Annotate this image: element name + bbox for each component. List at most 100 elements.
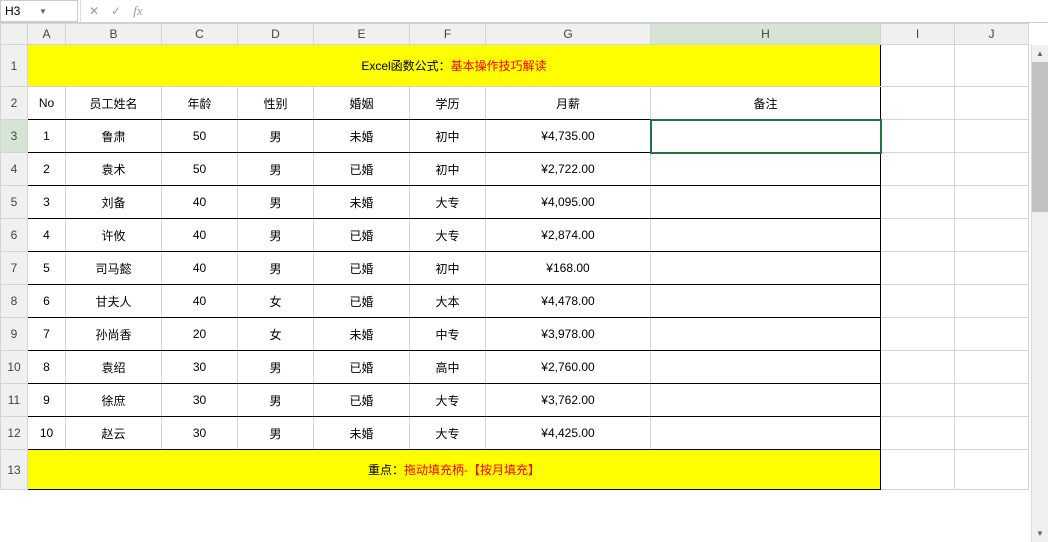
cell[interactable] (955, 417, 1029, 450)
table-header[interactable]: 年龄 (162, 87, 238, 120)
fx-icon[interactable]: fx (127, 0, 149, 22)
data-cell[interactable]: 大专 (410, 186, 486, 219)
data-cell[interactable]: 6 (28, 285, 66, 318)
formula-input[interactable] (149, 0, 1048, 22)
data-cell[interactable]: 4 (28, 219, 66, 252)
data-cell[interactable]: 5 (28, 252, 66, 285)
cell[interactable] (881, 285, 955, 318)
data-cell[interactable]: 9 (28, 384, 66, 417)
scroll-thumb[interactable] (1032, 62, 1048, 212)
data-cell[interactable]: 男 (238, 252, 314, 285)
data-cell[interactable]: 男 (238, 186, 314, 219)
col-header-A[interactable]: A (28, 24, 66, 45)
data-cell[interactable]: 40 (162, 285, 238, 318)
data-cell[interactable]: 30 (162, 384, 238, 417)
table-header[interactable]: 备注 (651, 87, 881, 120)
data-cell[interactable]: 已婚 (314, 351, 410, 384)
data-cell[interactable]: 已婚 (314, 219, 410, 252)
cell[interactable] (881, 252, 955, 285)
cell[interactable] (955, 384, 1029, 417)
data-cell[interactable]: 袁术 (66, 153, 162, 186)
col-header-J[interactable]: J (955, 24, 1029, 45)
data-cell[interactable]: 10 (28, 417, 66, 450)
data-cell[interactable]: 徐庶 (66, 384, 162, 417)
cell[interactable] (881, 219, 955, 252)
cell[interactable] (881, 120, 955, 153)
row-header-7[interactable]: 7 (1, 252, 28, 285)
data-cell[interactable]: 初中 (410, 153, 486, 186)
row-header-2[interactable]: 2 (1, 87, 28, 120)
scroll-track[interactable] (1032, 62, 1048, 525)
data-cell[interactable]: 40 (162, 186, 238, 219)
data-cell[interactable]: ¥4,735.00 (486, 120, 651, 153)
vertical-scrollbar[interactable]: ▲ ▼ (1031, 45, 1048, 542)
data-cell[interactable]: 大本 (410, 285, 486, 318)
data-cell[interactable]: 孙尚香 (66, 318, 162, 351)
scroll-down-icon[interactable]: ▼ (1032, 525, 1048, 542)
col-header-D[interactable]: D (238, 24, 314, 45)
cell[interactable] (955, 45, 1029, 87)
data-cell[interactable]: 男 (238, 351, 314, 384)
data-cell[interactable]: 40 (162, 252, 238, 285)
data-cell[interactable]: 30 (162, 417, 238, 450)
cell[interactable] (881, 417, 955, 450)
scroll-up-icon[interactable]: ▲ (1032, 45, 1048, 62)
table-header[interactable]: 婚姻 (314, 87, 410, 120)
col-header-I[interactable]: I (881, 24, 955, 45)
cell[interactable] (955, 219, 1029, 252)
data-cell[interactable]: 男 (238, 384, 314, 417)
cell[interactable] (955, 153, 1029, 186)
data-cell[interactable]: 大专 (410, 219, 486, 252)
remark-cell[interactable] (651, 318, 881, 351)
data-cell[interactable]: 未婚 (314, 186, 410, 219)
data-cell[interactable]: 男 (238, 219, 314, 252)
remark-cell[interactable] (651, 417, 881, 450)
remark-cell[interactable] (651, 219, 881, 252)
confirm-icon[interactable]: ✓ (105, 0, 127, 22)
data-cell[interactable]: ¥3,762.00 (486, 384, 651, 417)
row-header-12[interactable]: 12 (1, 417, 28, 450)
data-cell[interactable]: 30 (162, 351, 238, 384)
cell[interactable] (955, 120, 1029, 153)
data-cell[interactable]: 未婚 (314, 120, 410, 153)
data-cell[interactable]: 初中 (410, 252, 486, 285)
row-header-5[interactable]: 5 (1, 186, 28, 219)
data-cell[interactable]: 未婚 (314, 318, 410, 351)
cell[interactable] (955, 318, 1029, 351)
cell[interactable] (881, 450, 955, 490)
data-cell[interactable]: 男 (238, 417, 314, 450)
cell[interactable] (881, 87, 955, 120)
select-all-corner[interactable] (1, 24, 28, 45)
active-cell[interactable] (651, 120, 881, 153)
data-cell[interactable]: 50 (162, 120, 238, 153)
data-cell[interactable]: 司马懿 (66, 252, 162, 285)
remark-cell[interactable] (651, 153, 881, 186)
cell[interactable] (881, 351, 955, 384)
cell[interactable] (881, 384, 955, 417)
data-cell[interactable]: 已婚 (314, 153, 410, 186)
row-header-11[interactable]: 11 (1, 384, 28, 417)
data-cell[interactable]: 20 (162, 318, 238, 351)
data-cell[interactable]: 鲁肃 (66, 120, 162, 153)
data-cell[interactable]: ¥3,978.00 (486, 318, 651, 351)
data-cell[interactable]: ¥2,722.00 (486, 153, 651, 186)
data-cell[interactable]: 已婚 (314, 384, 410, 417)
cell[interactable] (955, 87, 1029, 120)
data-cell[interactable]: 8 (28, 351, 66, 384)
data-cell[interactable]: 袁绍 (66, 351, 162, 384)
cell[interactable] (955, 450, 1029, 490)
cell[interactable] (955, 351, 1029, 384)
data-cell[interactable]: 7 (28, 318, 66, 351)
remark-cell[interactable] (651, 252, 881, 285)
data-cell[interactable]: ¥4,425.00 (486, 417, 651, 450)
footer-cell[interactable]: 重点：拖动填充柄-【按月填充】 (28, 450, 881, 490)
data-cell[interactable]: ¥4,478.00 (486, 285, 651, 318)
data-cell[interactable]: 初中 (410, 120, 486, 153)
cell[interactable] (881, 318, 955, 351)
cell[interactable] (955, 186, 1029, 219)
col-header-B[interactable]: B (66, 24, 162, 45)
data-cell[interactable]: ¥168.00 (486, 252, 651, 285)
col-header-H[interactable]: H (651, 24, 881, 45)
table-header[interactable]: 性别 (238, 87, 314, 120)
cell[interactable] (955, 285, 1029, 318)
